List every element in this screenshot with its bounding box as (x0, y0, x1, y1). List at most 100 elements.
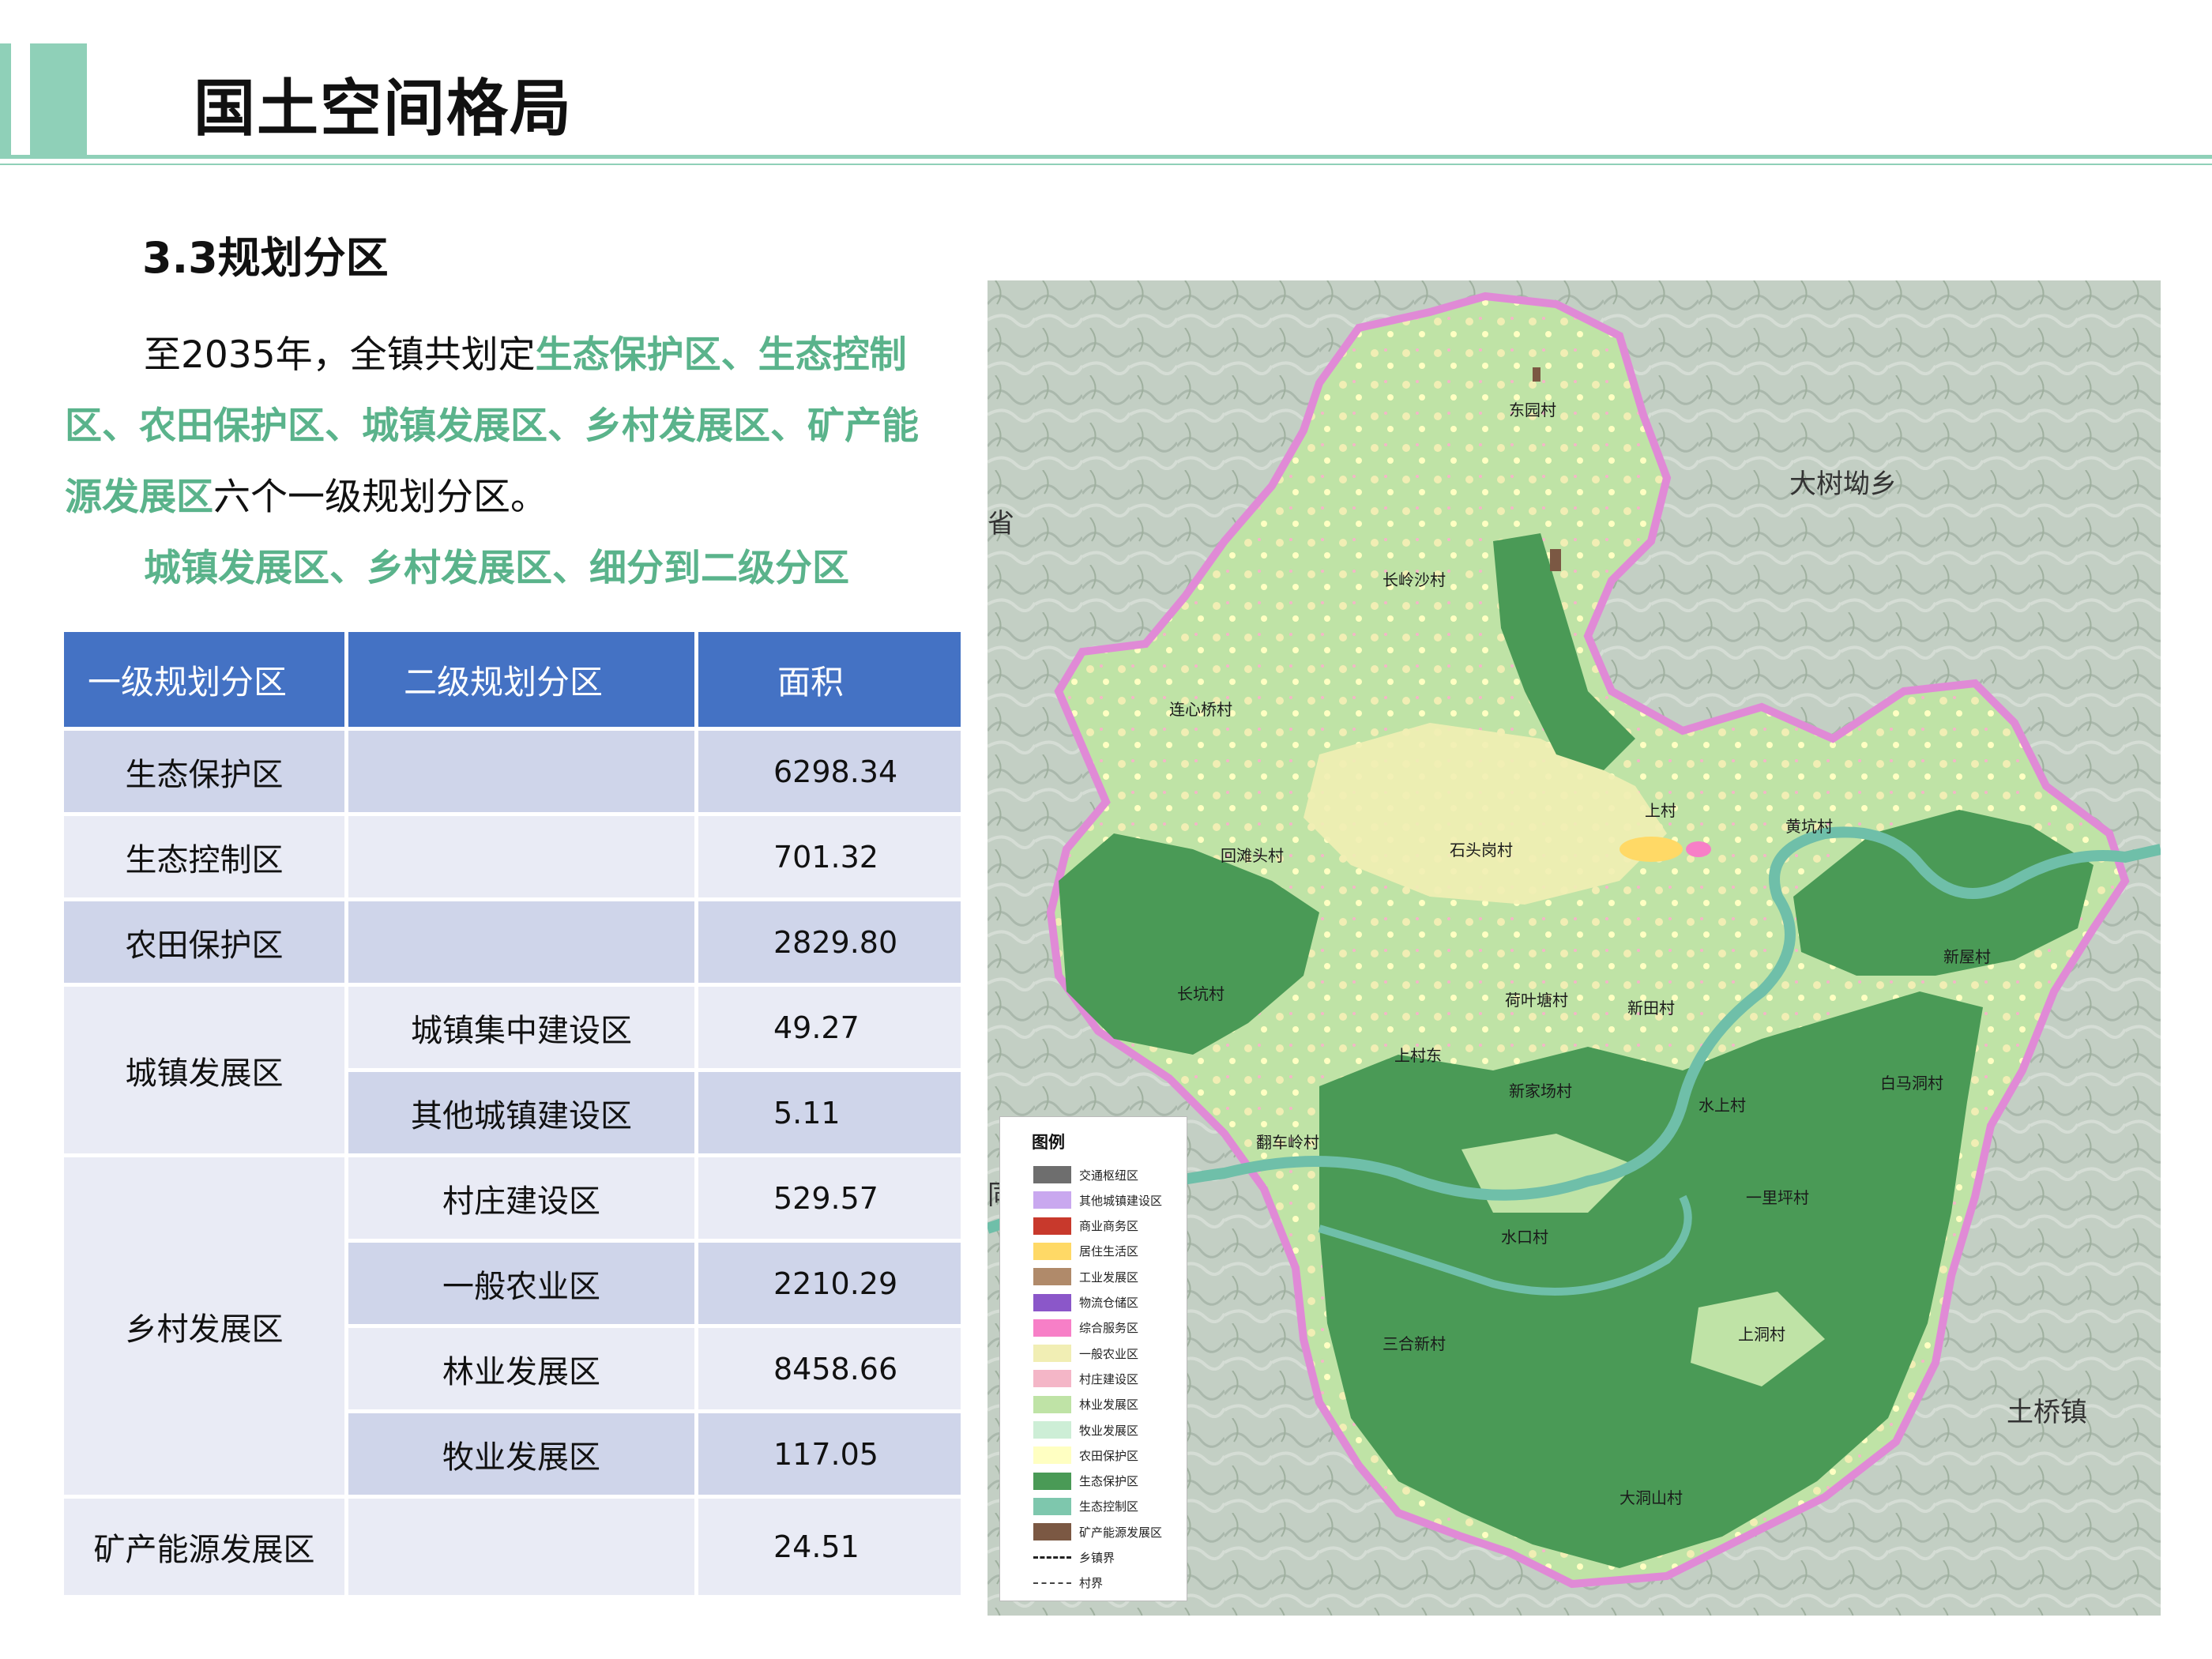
legend-swatch (1033, 1166, 1071, 1183)
cell-level2 (348, 901, 694, 983)
legend-line-swatch (1033, 1582, 1071, 1584)
legend-label: 牧业发展区 (1079, 1423, 1139, 1438)
legend-label: 交通枢纽区 (1079, 1168, 1139, 1183)
section-heading: 3.3规划分区 (142, 233, 389, 283)
cell-area: 2829.80 (698, 901, 961, 983)
cell-level2: 村庄建设区 (348, 1157, 694, 1239)
town-center-service (1686, 841, 1711, 857)
cell-level1: 生态保护区 (64, 731, 344, 812)
village-label: 一里坪村 (1746, 1188, 1809, 1207)
cell-level1: 城镇发展区 (64, 987, 344, 1153)
mining-area (1533, 367, 1540, 382)
table-row: 生态控制区 701.32 (64, 816, 961, 897)
village-label: 上村东 (1394, 1046, 1442, 1065)
cell-level1: 矿产能源发展区 (64, 1499, 344, 1595)
legend-item: 农田保护区 (1033, 1443, 1138, 1467)
village-label: 翻车岭村 (1256, 1133, 1319, 1152)
header-accent-bar-2 (30, 43, 87, 158)
legend-item: 物流仓储区 (1033, 1291, 1138, 1315)
map-region-label: 土桥镇 (2007, 1397, 2087, 1428)
legend-label: 村界 (1079, 1576, 1104, 1591)
page-title: 国土空间格局 (194, 73, 574, 145)
header-divider-thin (0, 164, 2212, 165)
cell-level2: 林业发展区 (348, 1328, 694, 1409)
legend-item: 牧业发展区 (1033, 1418, 1138, 1442)
intro-lead: 至2035年，全镇共划定 (144, 333, 536, 377)
legend-label: 生态控制区 (1079, 1499, 1139, 1514)
legend-item: 生态保护区 (1033, 1469, 1138, 1493)
legend-item: 交通枢纽区 (1033, 1163, 1138, 1187)
town-center (1620, 837, 1683, 862)
mining-area (1550, 549, 1561, 571)
cell-area: 6298.34 (698, 731, 961, 812)
cell-level2: 其他城镇建设区 (348, 1072, 694, 1153)
col-header-level1: 一级规划分区 (64, 632, 344, 727)
col-header-level2: 二级规划分区 (348, 632, 694, 727)
legend-swatch (1033, 1370, 1071, 1388)
legend-item: 林业发展区 (1033, 1393, 1138, 1416)
cell-level2 (348, 1499, 694, 1595)
map-region-label: 省 (988, 508, 1014, 540)
legend-label: 一般农业区 (1079, 1346, 1139, 1361)
intro-tail: 六个一级规划分区。 (213, 476, 547, 519)
legend-label: 居住生活区 (1079, 1244, 1139, 1259)
village-label: 水口村 (1501, 1228, 1548, 1247)
intro-subdivision-note: 城镇发展区、乡村发展区、细分到二级分区 (144, 547, 849, 590)
cell-area: 49.27 (698, 987, 961, 1068)
zoning-table: 一级规划分区 二级规划分区 面积 生态保护区 6298.34 生态控制区 701… (60, 628, 965, 1599)
village-label: 新屋村 (1943, 947, 1991, 966)
legend-label: 其他城镇建设区 (1079, 1193, 1163, 1208)
table-header-row: 一级规划分区 二级规划分区 面积 (64, 632, 961, 727)
legend-swatch (1033, 1421, 1071, 1439)
legend-swatch (1033, 1191, 1071, 1209)
legend-swatch (1033, 1497, 1071, 1515)
legend-label: 村庄建设区 (1079, 1371, 1139, 1386)
cell-area: 2210.29 (698, 1243, 961, 1324)
village-label: 新家场村 (1509, 1082, 1572, 1100)
legend-label: 林业发展区 (1079, 1398, 1139, 1413)
legend-swatch (1033, 1268, 1071, 1286)
cell-level1: 生态控制区 (64, 816, 344, 897)
cell-level2: 城镇集中建设区 (348, 987, 694, 1068)
table-row: 生态保护区 6298.34 (64, 731, 961, 812)
intro-text: 至2035年，全镇共划定生态保护区、生态控制区、农田保护区、城镇发展区、乡村发展… (65, 320, 950, 604)
cell-level1: 农田保护区 (64, 901, 344, 983)
legend-item: 商业商务区 (1033, 1214, 1138, 1238)
legend-swatch (1033, 1242, 1071, 1260)
legend-item: 综合服务区 (1033, 1316, 1138, 1340)
cell-level2: 一般农业区 (348, 1243, 694, 1324)
village-label: 白马洞村 (1880, 1074, 1943, 1093)
village-label: 连心桥村 (1169, 700, 1232, 719)
cell-level2: 牧业发展区 (348, 1413, 694, 1495)
legend-line-swatch (1033, 1556, 1071, 1559)
table-row: 矿产能源发展区 24.51 (64, 1499, 961, 1595)
village-label: 石头岗村 (1450, 841, 1513, 860)
legend-label: 综合服务区 (1079, 1321, 1139, 1336)
legend-item: 乡镇界 (1033, 1546, 1115, 1570)
legend-label: 工业发展区 (1079, 1270, 1139, 1285)
legend-item: 工业发展区 (1033, 1265, 1138, 1288)
legend-title: 图例 (1032, 1133, 1065, 1152)
cell-area: 117.05 (698, 1413, 961, 1495)
village-label: 上村 (1645, 801, 1676, 820)
cell-area: 529.57 (698, 1157, 961, 1239)
cell-area: 701.32 (698, 816, 961, 897)
village-label: 回滩头村 (1221, 846, 1284, 865)
village-label: 东园村 (1509, 401, 1556, 419)
col-header-area: 面积 (698, 632, 961, 727)
legend-item: 居住生活区 (1033, 1240, 1138, 1263)
legend-item: 生态控制区 (1033, 1495, 1138, 1518)
village-label: 新田村 (1627, 999, 1675, 1018)
legend-label: 物流仓储区 (1079, 1296, 1139, 1310)
legend-item: 村界 (1033, 1571, 1103, 1595)
village-label: 上洞村 (1738, 1325, 1785, 1344)
cell-area: 5.11 (698, 1072, 961, 1153)
cell-level2 (348, 816, 694, 897)
cell-level1: 乡村发展区 (64, 1157, 344, 1495)
cell-area: 24.51 (698, 1499, 961, 1595)
header-divider (0, 155, 2212, 159)
cell-level2 (348, 731, 694, 812)
table-row: 乡村发展区 村庄建设区 529.57 (64, 1157, 961, 1495)
legend-label: 矿产能源发展区 (1079, 1525, 1163, 1540)
village-label: 水上村 (1698, 1096, 1746, 1115)
